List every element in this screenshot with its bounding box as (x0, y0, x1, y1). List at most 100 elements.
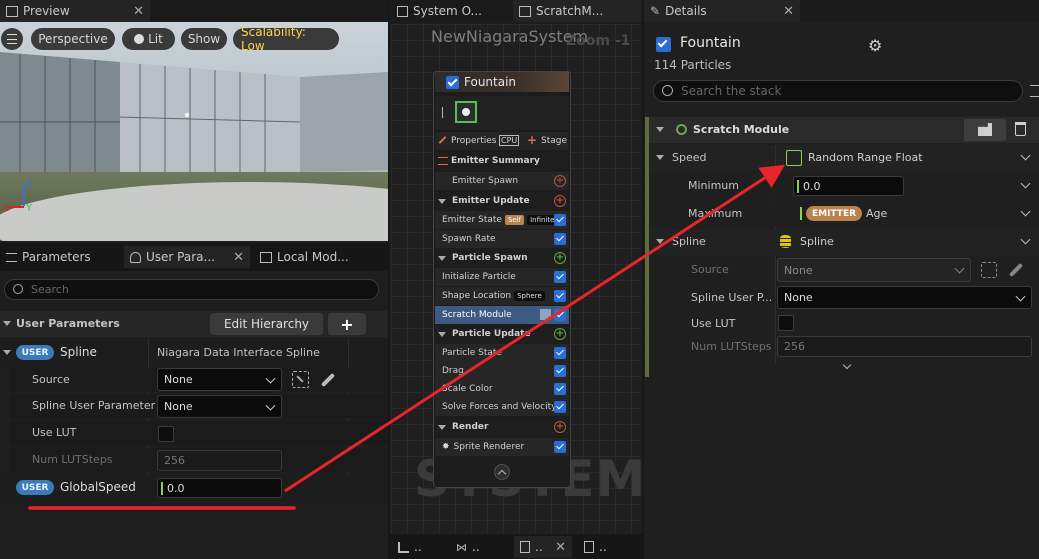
emitter-thumbnail[interactable] (435, 96, 569, 130)
tab-local-modules[interactable]: Local Mod... (254, 246, 384, 268)
module-enabled-checkbox[interactable] (554, 233, 566, 245)
tab-user-parameters[interactable]: User Para... ✕ (124, 246, 250, 268)
fountain-enabled-checkbox[interactable] (656, 37, 671, 52)
show-button[interactable]: Show (181, 28, 227, 50)
chevron-down-icon (1015, 291, 1026, 302)
preview-viewport[interactable] (0, 22, 388, 241)
module-enabled-checkbox[interactable] (554, 271, 566, 283)
lit-button[interactable]: Lit (122, 28, 175, 50)
spline-user-param-dropdown[interactable]: None (157, 395, 282, 418)
properties-icon (438, 136, 447, 144)
settings-gear-icon[interactable]: ⚙ (868, 36, 882, 55)
module-enabled-checkbox[interactable] (554, 347, 566, 359)
maximum-value[interactable]: Age (866, 207, 887, 220)
local-modules-icon (260, 251, 272, 263)
dynamic-input-icon (786, 150, 802, 166)
edit-hierarchy-button[interactable]: Edit Hierarchy (210, 313, 323, 335)
viewport-menu-button[interactable] (1, 28, 23, 50)
add-stage-icon: + (527, 133, 538, 147)
module-enabled-checkbox[interactable] (554, 401, 566, 413)
module-enabled-checkbox[interactable] (554, 309, 566, 321)
bottom-tab-timeline[interactable]: .. (392, 536, 442, 558)
source-label: Source (32, 373, 70, 386)
node-row-scale-color[interactable]: Scale Color (435, 380, 569, 398)
global-speed-input[interactable]: 0.0 (157, 478, 282, 498)
bottom-tab-scripts[interactable]: .. (578, 536, 628, 558)
browse-icon[interactable] (292, 371, 309, 388)
spline-value-selector[interactable]: Spline (778, 231, 1034, 253)
module-title: Scratch Module (693, 123, 790, 136)
bottom-tab-graph[interactable]: ⋈ .. (450, 536, 500, 558)
module-enabled-checkbox[interactable] (554, 383, 566, 395)
use-lut-checkbox[interactable] (158, 426, 174, 442)
particle-count: 114 Particles (654, 58, 732, 72)
module-enabled-checkbox[interactable] (554, 214, 566, 226)
node-row-initialize-particle[interactable]: Initialize Particle (435, 268, 569, 286)
use-lut-label: Use LUT (32, 426, 77, 439)
properties-label: Properties (451, 136, 497, 146)
edit-module-button[interactable] (964, 119, 1006, 141)
node-row-render[interactable]: Render + (435, 418, 569, 436)
emitter-enabled-checkbox[interactable] (446, 76, 459, 89)
details-source-dropdown[interactable]: None (777, 258, 971, 282)
num-lut-input[interactable]: 256 (157, 450, 282, 471)
bottom-tab-log[interactable]: .. ✕ (514, 536, 572, 558)
details-use-lut-checkbox[interactable] (778, 315, 794, 331)
tab-scratch-module[interactable]: ScratchM... (513, 0, 641, 22)
details-spline-user-dropdown[interactable]: None (777, 286, 1032, 309)
tab-preview[interactable]: Preview ✕ (0, 0, 150, 22)
perspective-button[interactable]: Perspective (31, 28, 115, 50)
node-row-drag[interactable]: Drag (435, 362, 569, 380)
source-dropdown[interactable]: None (157, 368, 282, 391)
node-row-emitter-update[interactable]: Emitter Update + (435, 192, 569, 210)
node-row-sprite-renderer[interactable]: ✸ Sprite Renderer (435, 438, 569, 456)
close-icon[interactable]: ✕ (133, 4, 144, 19)
num-lut-value: 256 (164, 454, 185, 467)
spline-param-name[interactable]: Spline (60, 345, 97, 359)
browse-icon[interactable] (981, 262, 997, 278)
filter-menu-icon[interactable] (1030, 85, 1039, 97)
tab-parameters-label: Parameters (22, 250, 91, 264)
chevron-down-icon (1020, 150, 1031, 161)
node-row-particle-update[interactable]: Particle Update + (435, 325, 569, 343)
particle-state-label: Particle State (442, 348, 502, 358)
close-icon[interactable]: ✕ (783, 4, 794, 19)
add-module-icon[interactable]: + (554, 421, 566, 433)
params-search-input[interactable]: Search (4, 279, 379, 300)
add-module-icon[interactable]: + (554, 195, 566, 207)
global-speed-name[interactable]: GlobalSpeed (60, 480, 136, 494)
node-row-particle-spawn[interactable]: Particle Spawn + (435, 249, 569, 267)
delete-icon[interactable] (1015, 122, 1026, 136)
node-row-particle-state[interactable]: Particle State (435, 344, 569, 362)
module-enabled-checkbox[interactable] (554, 365, 566, 377)
close-icon[interactable]: ✕ (233, 250, 244, 265)
module-enabled-checkbox[interactable] (554, 290, 566, 302)
add-parameter-button[interactable]: + (328, 313, 366, 335)
minimum-input[interactable]: 0.0 (793, 176, 904, 196)
tab-parameters[interactable]: Parameters (0, 246, 122, 268)
emitter-properties-row[interactable]: Properties CPU + Stage (435, 132, 569, 150)
add-module-icon[interactable]: + (554, 328, 566, 340)
node-row-solve-forces[interactable]: Solve Forces and Velocity (435, 398, 569, 416)
node-row-shape-location[interactable]: Shape Location Sphere (435, 287, 569, 305)
speed-value-selector[interactable]: Random Range Float (784, 147, 1034, 169)
edit-scratch-icon[interactable] (540, 309, 551, 320)
node-row-emitter-summary[interactable]: Emitter Summary (435, 152, 569, 170)
tab-details[interactable]: ✎ Details ✕ (644, 0, 800, 22)
emitter-node-header[interactable]: Fountain (435, 72, 569, 92)
browse-cross (296, 375, 304, 383)
details-num-lut-input[interactable]: 256 (777, 336, 1032, 357)
tab-system-overview[interactable]: System O... (391, 0, 511, 22)
module-enabled-checkbox[interactable] (554, 441, 566, 453)
close-icon[interactable]: ✕ (555, 540, 566, 555)
node-row-scratch-module[interactable]: Scratch Module (435, 306, 569, 324)
scalability-button[interactable]: Scalability: Low (233, 25, 339, 53)
stack-search-input[interactable]: Search the stack (653, 80, 1023, 102)
node-row-spawn-rate[interactable]: Spawn Rate (435, 230, 569, 248)
node-row-emitter-state[interactable]: Emitter State Self Infinite (435, 211, 569, 229)
param-row-use-lut: Use LUT (10, 421, 388, 445)
node-row-emitter-spawn[interactable]: Emitter Spawn + (435, 172, 569, 190)
add-module-icon[interactable]: + (554, 252, 566, 264)
add-module-icon[interactable]: + (554, 175, 566, 187)
collapse-node-button[interactable] (494, 464, 510, 480)
